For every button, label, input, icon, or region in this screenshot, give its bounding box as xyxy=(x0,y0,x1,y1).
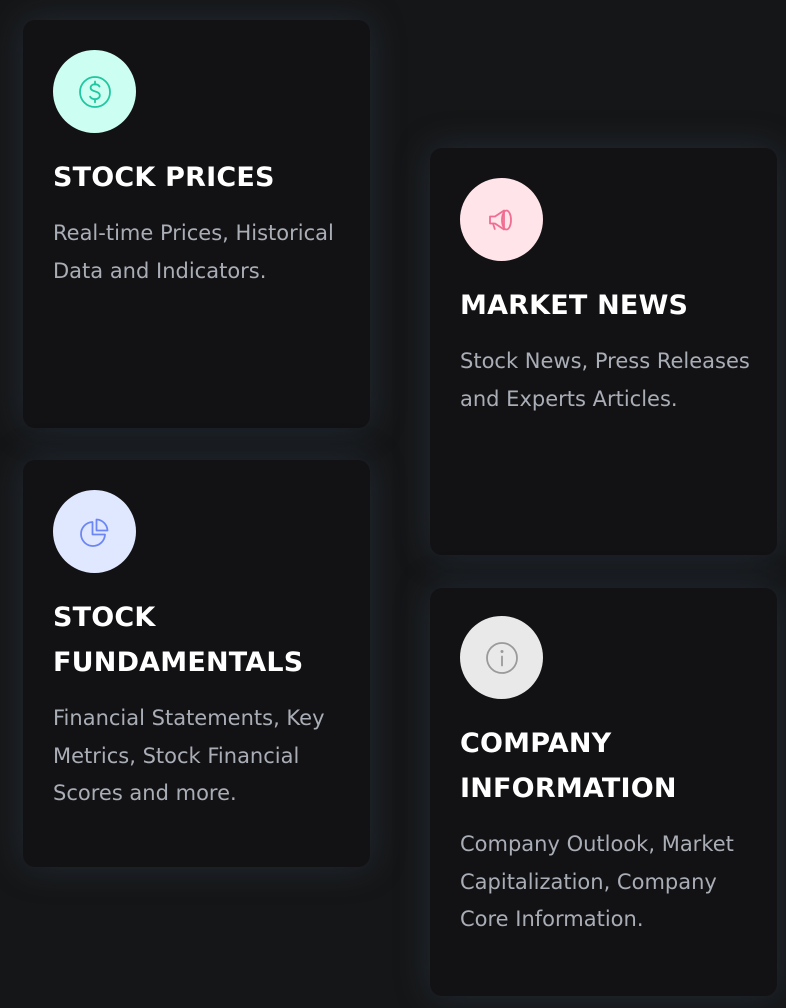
card-title: STOCK FUNDAMENTALS xyxy=(53,602,304,678)
megaphone-icon xyxy=(460,178,543,261)
card-title: COMPANY INFORMATION xyxy=(460,728,677,804)
card-description: Company Outlook, Market Capitalization, … xyxy=(460,832,734,931)
company-information-card[interactable]: COMPANY INFORMATION Company Outlook, Mar… xyxy=(430,588,777,996)
stock-fundamentals-card[interactable]: STOCK FUNDAMENTALS Financial Statements,… xyxy=(23,460,370,867)
pie-chart-icon xyxy=(53,490,136,573)
card-description: Stock News, Press Releases and Experts A… xyxy=(460,349,750,411)
dollar-icon xyxy=(53,50,136,133)
card-title: MARKET NEWS xyxy=(460,290,689,321)
market-news-card[interactable]: MARKET NEWS Stock News, Press Releases a… xyxy=(430,148,777,555)
stock-prices-card[interactable]: STOCK PRICES Real-time Prices, Historica… xyxy=(23,20,370,428)
card-description: Real-time Prices, Historical Data and In… xyxy=(53,221,334,283)
card-description: Financial Statements, Key Metrics, Stock… xyxy=(53,706,325,805)
card-title: STOCK PRICES xyxy=(53,162,275,193)
info-icon xyxy=(460,616,543,699)
